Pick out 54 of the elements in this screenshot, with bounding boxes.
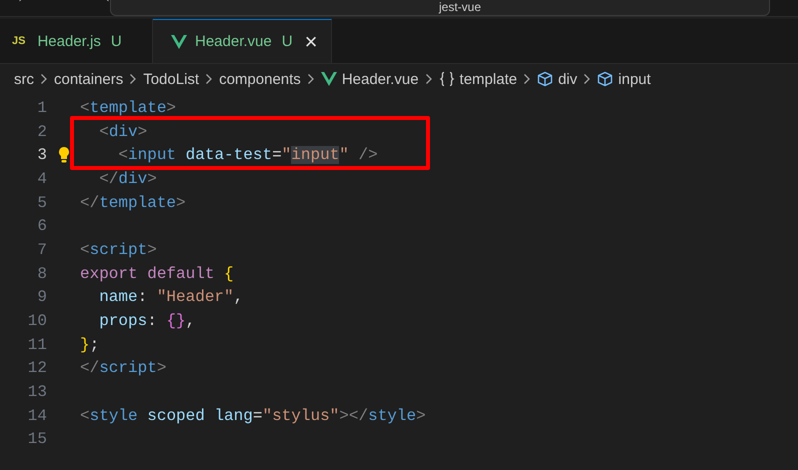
editor-tab[interactable]: Header.vue U × xyxy=(153,19,332,63)
chevron-icon xyxy=(523,73,532,85)
code-line: </div> xyxy=(98,170,157,188)
line-number: 2 xyxy=(36,122,47,141)
braces-icon xyxy=(438,71,455,87)
code-line: export default { xyxy=(80,264,234,283)
breadcrumb-item[interactable]: Header.vue xyxy=(342,70,419,88)
line-number: 5 xyxy=(36,194,47,212)
line-number: 1 xyxy=(36,98,47,117)
lightbulb-icon[interactable] xyxy=(58,146,70,164)
line-number: 9 xyxy=(36,288,47,306)
line-number: 14 xyxy=(26,406,47,425)
code-line: <div> xyxy=(98,122,148,141)
line-number: 4 xyxy=(36,170,47,188)
code-line: props: {}, xyxy=(98,312,196,330)
line-number: 8 xyxy=(36,264,47,283)
breadcrumb-item[interactable]: input xyxy=(618,70,651,88)
code-line: <style scoped lang="stylus"></style> xyxy=(80,406,426,425)
chevron-icon xyxy=(205,73,214,85)
chevron-icon xyxy=(424,73,433,85)
code-line: </template> xyxy=(80,194,186,212)
line-number: 13 xyxy=(26,383,47,402)
code-line: name: "Header", xyxy=(98,288,244,306)
cube-icon xyxy=(597,71,614,87)
chevron-icon xyxy=(129,73,138,85)
code-line: <input data-test="input" /> xyxy=(117,146,378,164)
git-status-label: U xyxy=(282,33,293,50)
cube-icon xyxy=(537,71,554,87)
breadcrumb-item[interactable]: components xyxy=(219,70,301,88)
chevron-icon xyxy=(40,73,48,85)
code-line: }; xyxy=(80,336,100,354)
breadcrumb-item[interactable]: src xyxy=(14,70,34,88)
js-file-icon: JS xyxy=(12,35,26,47)
chevron-icon xyxy=(583,73,592,85)
command-search-field[interactable]: jest-vue xyxy=(110,0,770,16)
breadcrumb-item[interactable]: template xyxy=(460,70,518,88)
code-line: <template> xyxy=(80,98,176,117)
line-number: 6 xyxy=(36,217,47,236)
vue-logo-icon xyxy=(171,34,187,48)
git-status-label: U xyxy=(110,32,122,50)
close-button[interactable]: × xyxy=(304,32,318,52)
breadcrumb-item[interactable]: TodoList xyxy=(143,70,200,88)
code-line: </script> xyxy=(80,359,166,378)
line-number: 15 xyxy=(26,430,47,448)
breadcrumb-item[interactable]: containers xyxy=(54,70,124,88)
line-number: 3 xyxy=(36,146,47,164)
line-number: 11 xyxy=(26,336,47,354)
line-number: 10 xyxy=(26,312,47,330)
code-line: <script> xyxy=(80,240,157,259)
chevron-icon xyxy=(306,73,315,85)
vue-logo-icon xyxy=(320,72,337,86)
line-number: 12 xyxy=(26,359,47,378)
breadcrumb-item[interactable]: div xyxy=(558,70,578,88)
line-number: 7 xyxy=(36,240,47,259)
